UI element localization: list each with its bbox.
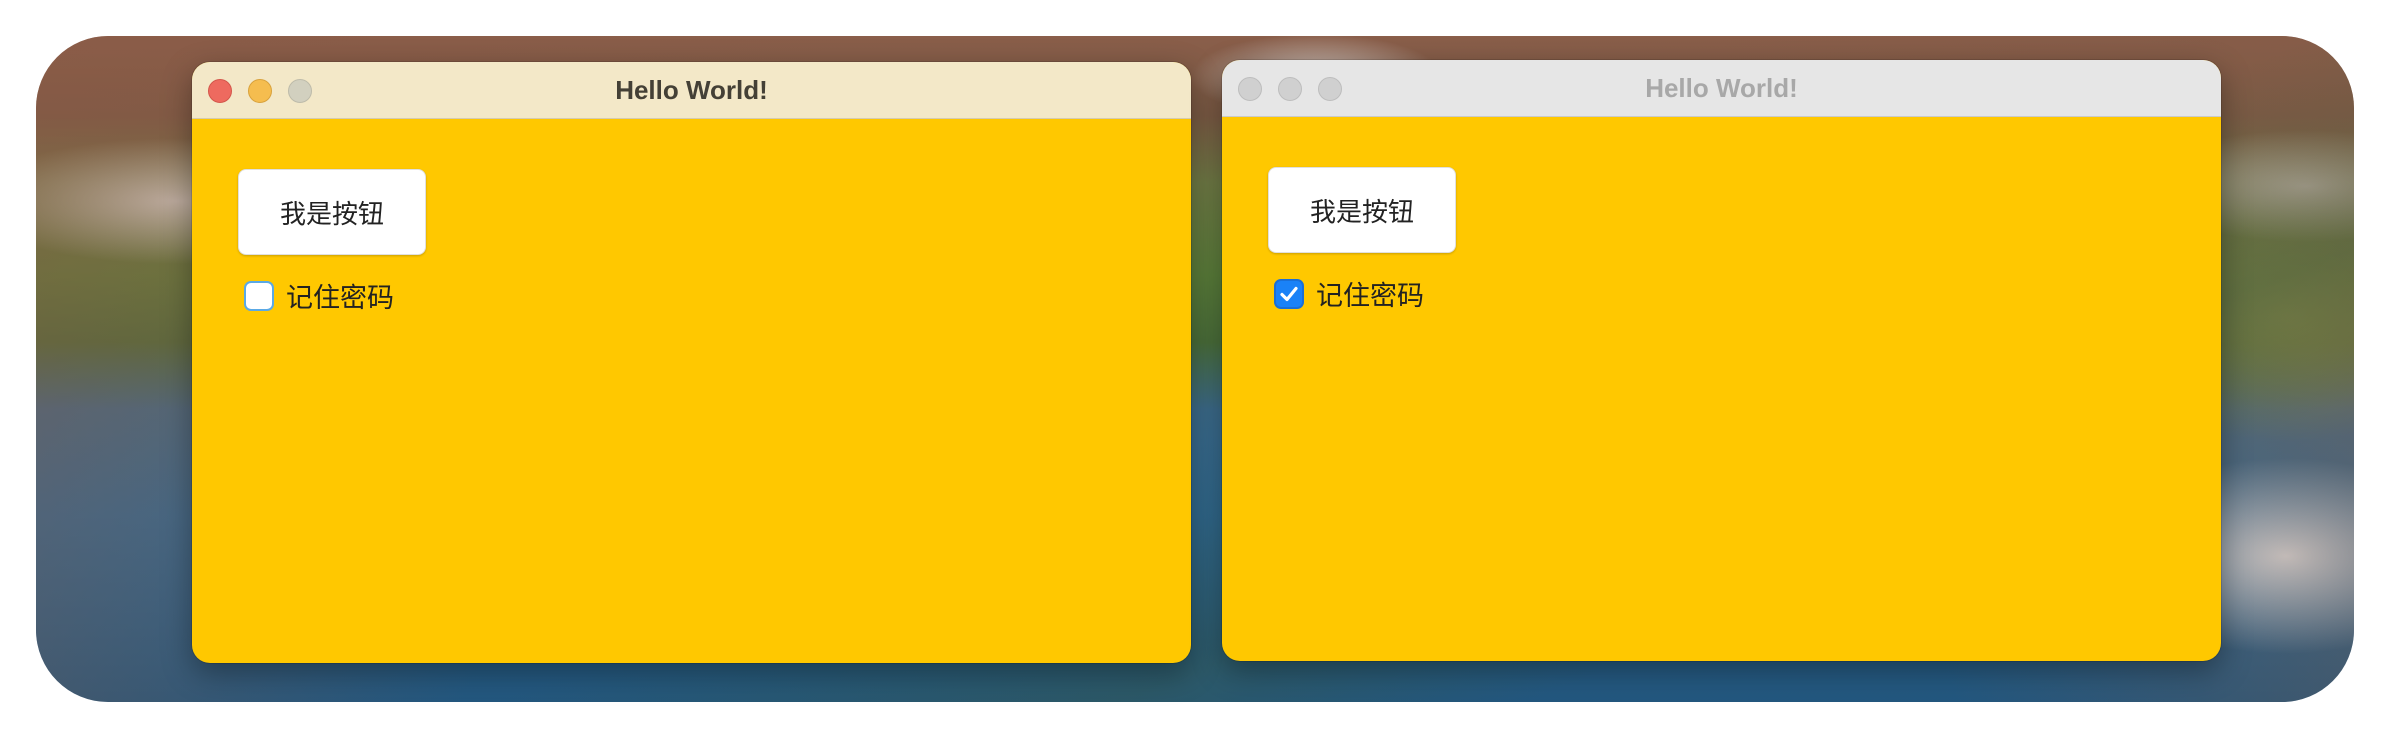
window-title: Hello World! [615, 75, 768, 105]
remember-password-row[interactable]: 记住密码 [1274, 274, 1424, 313]
primary-button[interactable]: 我是按钮 [1268, 167, 1456, 253]
window-titlebar[interactable]: Hello World! [192, 62, 1191, 119]
remember-password-label[interactable]: 记住密码 [1316, 274, 1424, 313]
remember-password-checkbox[interactable] [1274, 278, 1304, 309]
primary-button[interactable]: 我是按钮 [238, 169, 426, 255]
app-window-active: Hello World! 我是按钮 记住密码 [192, 62, 1191, 663]
remember-password-checkbox[interactable] [244, 280, 274, 311]
checkmark-icon [1280, 286, 1298, 301]
window-title: Hello World! [1645, 73, 1798, 103]
window-titlebar[interactable]: Hello World! [1222, 60, 2221, 117]
remember-password-row[interactable]: 记住密码 [244, 276, 394, 315]
app-window-inactive: Hello World! 我是按钮 记住密码 [1222, 60, 2221, 661]
window-content: 我是按钮 记住密码 [1222, 117, 2221, 661]
remember-password-label[interactable]: 记住密码 [286, 276, 394, 315]
window-content: 我是按钮 记住密码 [192, 119, 1191, 663]
